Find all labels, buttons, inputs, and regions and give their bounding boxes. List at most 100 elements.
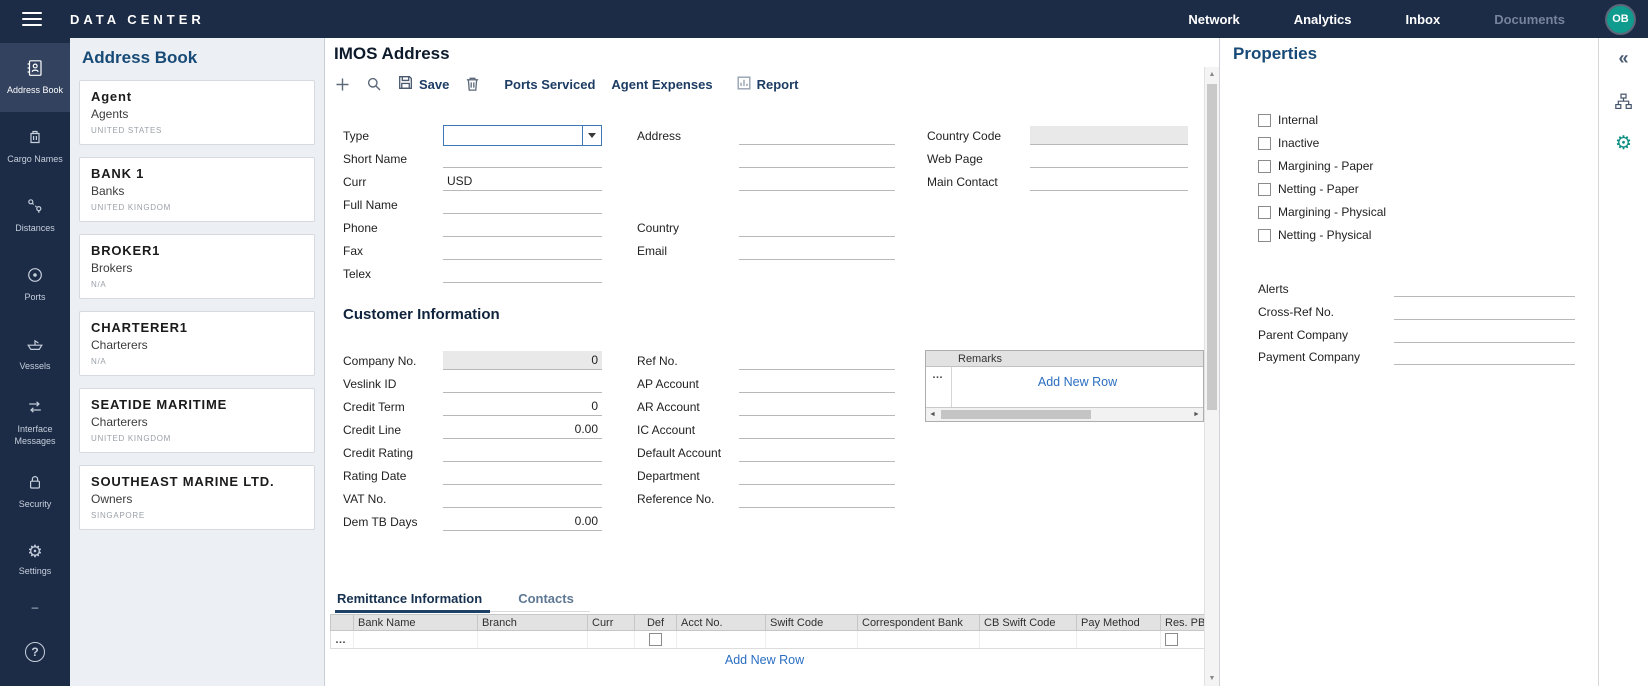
search-button[interactable] <box>366 76 382 92</box>
margining-paper-checkbox[interactable] <box>1258 160 1271 173</box>
address-entry-card[interactable]: BANK 1 Banks UNITED KINGDOM <box>79 157 315 222</box>
port-target-icon <box>26 266 44 287</box>
remarks-horizontal-scrollbar[interactable]: ◄ ► <box>926 407 1203 421</box>
address-line3-input[interactable] <box>739 172 895 191</box>
sidebar-item-collapsed[interactable]: – <box>0 595 70 619</box>
nav-analytics[interactable]: Analytics <box>1294 12 1352 27</box>
netting-physical-checkbox[interactable] <box>1258 229 1271 242</box>
credit-rating-input[interactable] <box>443 443 602 462</box>
netting-paper-checkbox[interactable] <box>1258 183 1271 196</box>
margining-physical-checkbox[interactable] <box>1258 206 1271 219</box>
def-checkbox[interactable] <box>649 633 662 646</box>
column-header[interactable]: Bank Name <box>354 615 478 630</box>
user-avatar[interactable]: OB <box>1607 6 1634 33</box>
column-header[interactable]: Pay Method <box>1077 615 1161 630</box>
main-contact-input[interactable] <box>1030 172 1188 191</box>
tab-remittance-information[interactable]: Remittance Information <box>335 589 490 613</box>
parent-company-input[interactable] <box>1394 328 1575 343</box>
reference-no-input[interactable] <box>739 489 895 508</box>
cross-ref-no-input[interactable] <box>1394 305 1575 320</box>
column-header[interactable]: CB Swift Code <box>980 615 1077 630</box>
address-entry-card[interactable]: Agent Agents UNITED STATES <box>79 80 315 145</box>
ports-serviced-button[interactable]: Ports Serviced <box>504 77 595 92</box>
scroll-right-icon[interactable]: ► <box>1190 411 1203 418</box>
ic-account-input[interactable] <box>739 420 895 439</box>
nav-inbox[interactable]: Inbox <box>1406 12 1441 27</box>
fax-input[interactable] <box>443 241 602 260</box>
sidebar-item-settings[interactable]: ⚙ Settings <box>0 526 70 595</box>
report-button[interactable]: Report <box>737 76 799 93</box>
table-add-new-row-link[interactable]: Add New Row <box>725 653 804 667</box>
tab-contacts[interactable]: Contacts <box>516 589 582 613</box>
collapse-panel-icon[interactable]: « <box>1611 46 1637 70</box>
hierarchy-icon[interactable] <box>1611 89 1637 113</box>
credit-term-input[interactable]: 0 <box>443 397 602 416</box>
web-page-input[interactable] <box>1030 149 1188 168</box>
agent-expenses-button[interactable]: Agent Expenses <box>611 77 712 92</box>
scroll-down-icon[interactable]: ▼ <box>1205 671 1219 686</box>
field-label: VAT No. <box>343 492 443 506</box>
column-header[interactable]: Acct No. <box>677 615 766 630</box>
alerts-input[interactable] <box>1394 282 1575 297</box>
scroll-left-icon[interactable]: ◄ <box>926 411 939 418</box>
address-line1-input[interactable] <box>739 126 895 145</box>
sidebar-item-help[interactable]: ? <box>0 632 70 672</box>
sidebar-item-distances[interactable]: Distances <box>0 181 70 250</box>
chevron-down-icon[interactable] <box>582 126 601 145</box>
sidebar-item-cargo-names[interactable]: Cargo Names <box>0 112 70 181</box>
type-dropdown[interactable] <box>443 125 602 146</box>
properties-gear-icon[interactable]: ⚙ <box>1611 132 1637 156</box>
res-pb-checkbox[interactable] <box>1165 633 1178 646</box>
curr-input[interactable]: USD <box>443 172 602 191</box>
address-entry-card[interactable]: CHARTERER1 Charterers N/A <box>79 311 315 376</box>
nav-documents[interactable]: Documents <box>1494 12 1565 27</box>
remarks-row-handle[interactable]: … <box>926 367 952 407</box>
ar-account-input[interactable] <box>739 397 895 416</box>
country-input[interactable] <box>739 218 895 237</box>
form-col-2: Address Country Email <box>637 124 895 262</box>
main-vertical-scrollbar[interactable]: ▲ ▼ <box>1204 67 1219 686</box>
ref-no-input[interactable] <box>739 351 895 370</box>
column-header[interactable]: Branch <box>478 615 588 630</box>
scroll-up-icon[interactable]: ▲ <box>1205 67 1219 82</box>
address-entry-card[interactable]: SOUTHEAST MARINE LTD. Owners SINGAPORE <box>79 465 315 530</box>
credit-line-input[interactable]: 0.00 <box>443 420 602 439</box>
dem-tb-days-input[interactable]: 0.00 <box>443 512 602 531</box>
row-handle[interactable]: … <box>331 631 354 648</box>
full-name-input[interactable] <box>443 195 602 214</box>
sidebar-item-address-book[interactable]: Address Book <box>0 43 70 112</box>
department-input[interactable] <box>739 466 895 485</box>
save-button[interactable]: Save <box>398 75 449 93</box>
column-header[interactable]: Curr <box>588 615 635 630</box>
veslink-id-input[interactable] <box>443 374 602 393</box>
sidebar-item-ports[interactable]: Ports <box>0 250 70 319</box>
rating-date-input[interactable] <box>443 466 602 485</box>
inactive-checkbox[interactable] <box>1258 137 1271 150</box>
address-line2-input[interactable] <box>739 149 895 168</box>
column-header[interactable]: Swift Code <box>766 615 858 630</box>
short-name-input[interactable] <box>443 149 602 168</box>
telex-input[interactable] <box>443 264 602 283</box>
add-button[interactable] <box>335 77 350 92</box>
vat-no-input[interactable] <box>443 489 602 508</box>
internal-checkbox[interactable] <box>1258 114 1271 127</box>
hamburger-menu-icon[interactable] <box>22 12 42 26</box>
nav-network[interactable]: Network <box>1188 12 1239 27</box>
cargo-icon <box>26 128 44 149</box>
address-entry-card[interactable]: BROKER1 Brokers N/A <box>79 234 315 299</box>
phone-input[interactable] <box>443 218 602 237</box>
scrollbar-thumb[interactable] <box>1207 84 1217 410</box>
delete-button[interactable] <box>465 76 480 92</box>
email-input[interactable] <box>739 241 895 260</box>
remarks-add-new-row-link[interactable]: Add New Row <box>1038 375 1117 407</box>
sidebar-item-vessels[interactable]: Vessels <box>0 319 70 388</box>
payment-company-input[interactable] <box>1394 350 1575 365</box>
default-account-input[interactable] <box>739 443 895 462</box>
scrollbar-thumb[interactable] <box>941 410 1091 419</box>
address-entry-card[interactable]: SEATIDE MARITIME Charterers UNITED KINGD… <box>79 388 315 453</box>
column-header[interactable]: Def <box>635 615 677 630</box>
sidebar-item-interface-messages[interactable]: Interface Messages <box>0 388 70 457</box>
sidebar-item-security[interactable]: Security <box>0 457 70 526</box>
column-header[interactable]: Correspondent Bank <box>858 615 980 630</box>
ap-account-input[interactable] <box>739 374 895 393</box>
